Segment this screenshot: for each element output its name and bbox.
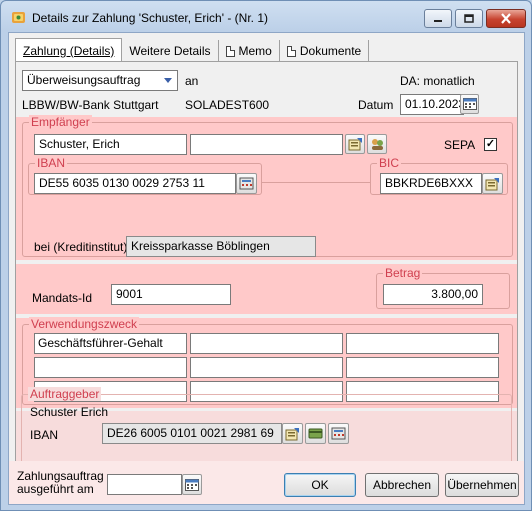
tab-label: Zahlung (Details) bbox=[23, 43, 115, 58]
iban-calc-button[interactable] bbox=[236, 173, 257, 194]
recipient-name2-field[interactable] bbox=[190, 134, 343, 155]
app-icon bbox=[12, 12, 25, 23]
executed-calendar-button[interactable] bbox=[182, 474, 202, 495]
amount-field[interactable]: 3.800,00 bbox=[383, 284, 483, 305]
purpose-cell-2-1[interactable] bbox=[34, 357, 187, 378]
purpose-legend: Verwendungszweck bbox=[29, 317, 140, 331]
bic-lookup-button[interactable] bbox=[482, 173, 503, 194]
recipient-name-field[interactable]: Schuster, Erich bbox=[34, 134, 187, 155]
address-book-icon bbox=[348, 138, 362, 151]
date-value: 01.10.2023 bbox=[405, 97, 464, 111]
sepa-label: SEPA bbox=[444, 138, 476, 152]
payment-type-value: Überweisungsauftrag bbox=[27, 73, 141, 87]
purpose-cell-1-1[interactable]: Geschäftsführer-Gehalt bbox=[34, 333, 187, 354]
bic-legend: BIC bbox=[377, 156, 402, 170]
recipient-legend: Empfänger bbox=[29, 115, 92, 129]
lookup-icon bbox=[485, 177, 499, 190]
document-icon bbox=[286, 45, 296, 57]
iban-bic-connector bbox=[262, 182, 370, 183]
recipient-bic-field[interactable]: BBKRDE6BXXX bbox=[380, 173, 482, 194]
purpose-cell-2-2[interactable] bbox=[190, 357, 343, 378]
executed-label-line2: ausgeführt am bbox=[17, 482, 94, 496]
iban-legend: IBAN bbox=[35, 156, 68, 170]
tab-memo[interactable]: Memo bbox=[219, 40, 280, 62]
iban-calculator-icon bbox=[331, 427, 346, 440]
calendar-icon bbox=[462, 98, 477, 110]
purpose-cell-1-3[interactable] bbox=[346, 333, 499, 354]
maximize-icon bbox=[464, 14, 474, 23]
an-label: an bbox=[185, 74, 199, 88]
executed-label: Zahlungsauftrag ausgeführt am bbox=[17, 470, 104, 496]
institute-field: Kreissparkasse Böblingen bbox=[126, 236, 316, 257]
tab-dokumente[interactable]: Dokumente bbox=[280, 40, 370, 62]
orderer-iban-calc-button[interactable] bbox=[328, 423, 349, 444]
mandate-id-field[interactable]: 9001 bbox=[111, 284, 231, 305]
standing-order-label: DA: monatlich bbox=[400, 74, 475, 88]
amount-legend: Betrag bbox=[383, 266, 423, 280]
contacts-icon bbox=[371, 139, 383, 150]
bank-name: LBBW/BW-Bank Stuttgart bbox=[22, 98, 159, 112]
window-title: Details zur Zahlung 'Schuster, Erich' - … bbox=[32, 11, 268, 25]
iban-calculator-icon bbox=[239, 177, 254, 190]
sepa-checkbox[interactable]: ✓ bbox=[484, 138, 497, 151]
purpose-cell-1-2[interactable] bbox=[190, 333, 343, 354]
minimize-button[interactable] bbox=[424, 9, 452, 28]
purpose-text: Geschäftsführer-Gehalt bbox=[38, 336, 163, 350]
maximize-button[interactable] bbox=[455, 9, 483, 28]
orderer-iban-field: DE26 6005 0101 0021 2981 69 bbox=[102, 423, 282, 444]
minimize-icon bbox=[434, 19, 442, 22]
amount-value: 3.800,00 bbox=[431, 287, 478, 301]
orderer-account-button[interactable] bbox=[305, 423, 326, 444]
tab-bar: Zahlung (Details) Weitere Details Memo D… bbox=[15, 38, 370, 62]
purpose-cell-2-3[interactable] bbox=[346, 357, 499, 378]
address-book-button[interactable] bbox=[345, 134, 365, 154]
chevron-down-icon bbox=[164, 78, 172, 83]
payment-type-select[interactable]: Überweisungsauftrag bbox=[22, 70, 178, 91]
calendar-icon bbox=[185, 478, 199, 491]
tab-label: Memo bbox=[238, 44, 272, 58]
close-icon bbox=[501, 13, 511, 24]
tab-label: Dokumente bbox=[299, 44, 362, 58]
ok-label: OK bbox=[311, 478, 329, 492]
ok-button[interactable]: OK bbox=[284, 473, 356, 497]
cancel-button[interactable]: Abbrechen bbox=[365, 473, 439, 497]
tab-zahlung-details[interactable]: Zahlung (Details) bbox=[15, 38, 123, 62]
mandate-id: 9001 bbox=[116, 287, 143, 301]
date-field[interactable]: 01.10.2023 bbox=[400, 94, 464, 115]
orderer-iban-label: IBAN bbox=[30, 428, 59, 442]
lookup-icon bbox=[285, 427, 299, 440]
calendar-button[interactable] bbox=[460, 94, 479, 114]
orderer-name: Schuster Erich bbox=[30, 405, 109, 419]
dialog-client: Zahlung (Details) Weitere Details Memo D… bbox=[8, 32, 525, 505]
document-icon bbox=[225, 45, 235, 57]
orderer-lookup-button[interactable] bbox=[282, 423, 303, 444]
apply-label: Übernehmen bbox=[447, 478, 517, 492]
recipient-bic: BBKRDE6BXXX bbox=[385, 176, 474, 190]
close-button[interactable] bbox=[486, 9, 526, 28]
recipient-name: Schuster, Erich bbox=[39, 137, 120, 151]
bank-card-icon bbox=[308, 428, 323, 439]
orderer-iban: DE26 6005 0101 0021 2981 69 bbox=[107, 426, 274, 440]
bank-bic: SOLADEST600 bbox=[185, 98, 270, 112]
date-label: Datum bbox=[358, 98, 394, 112]
institute-value: Kreissparkasse Böblingen bbox=[131, 239, 270, 253]
tab-weitere-details[interactable]: Weitere Details bbox=[122, 40, 219, 62]
recipient-iban-field[interactable]: DE55 6035 0130 0029 2753 11 bbox=[34, 173, 236, 194]
orderer-legend: Auftraggeber bbox=[28, 387, 102, 401]
contacts-button[interactable] bbox=[367, 134, 387, 154]
title-bar[interactable]: Details zur Zahlung 'Schuster, Erich' - … bbox=[1, 1, 531, 31]
tab-label: Weitere Details bbox=[129, 44, 211, 58]
dialog-window: Details zur Zahlung 'Schuster, Erich' - … bbox=[0, 0, 532, 511]
apply-button[interactable]: Übernehmen bbox=[445, 473, 519, 497]
cancel-label: Abbrechen bbox=[372, 478, 432, 492]
executed-date-field[interactable] bbox=[107, 474, 182, 495]
institute-label: bei (Kreditinstitut) bbox=[34, 240, 128, 254]
executed-label-line1: Zahlungsauftrag bbox=[17, 469, 104, 483]
mandate-label: Mandats-Id bbox=[32, 291, 93, 305]
recipient-iban: DE55 6035 0130 0029 2753 11 bbox=[39, 176, 205, 190]
